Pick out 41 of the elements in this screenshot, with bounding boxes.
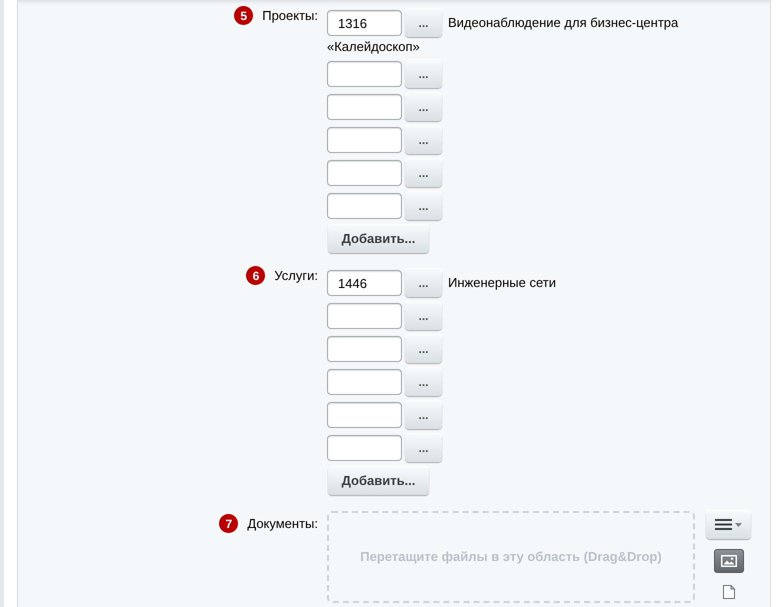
id-input[interactable]: 1446 (327, 270, 402, 296)
id-input[interactable] (327, 435, 402, 461)
id-input[interactable] (327, 336, 402, 362)
step-number-badge: 5 (234, 6, 254, 25)
caret-icon (735, 522, 742, 526)
browse-button[interactable]: ... (405, 8, 442, 37)
browse-button[interactable]: ... (405, 301, 442, 330)
item-description: «Калейдоскоп» (327, 39, 420, 55)
item-description: Видеонаблюдение для бизнес-центра (448, 14, 678, 31)
image-icon (720, 555, 736, 567)
menu-button[interactable] (706, 510, 751, 539)
browse-button[interactable]: ... (405, 400, 442, 429)
field-label: Проекты: (262, 7, 318, 24)
browse-button[interactable]: ... (405, 158, 442, 187)
menu-icon (715, 519, 732, 530)
id-input[interactable]: 1316 (327, 10, 402, 36)
id-input[interactable] (327, 160, 402, 186)
id-input[interactable] (327, 303, 402, 329)
browse-button[interactable]: ... (405, 191, 442, 220)
id-input[interactable] (327, 193, 402, 219)
browse-button[interactable]: ... (405, 367, 442, 396)
id-input[interactable] (327, 94, 402, 120)
step-number-badge: 6 (246, 266, 266, 285)
item-description: Инженерные сети (448, 274, 556, 291)
browse-button[interactable]: ... (405, 92, 442, 121)
step-number-badge: 7 (219, 514, 238, 533)
browse-button[interactable]: ... (405, 125, 442, 154)
browse-button[interactable]: ... (405, 334, 442, 363)
id-input[interactable] (327, 61, 402, 87)
browse-button[interactable]: ... (405, 433, 442, 462)
field-label: Документы: (247, 515, 318, 532)
browse-button[interactable]: ... (405, 59, 442, 88)
id-input[interactable] (327, 127, 402, 153)
id-input[interactable] (327, 402, 402, 428)
browse-button[interactable]: ... (405, 268, 442, 297)
image-button[interactable] (714, 549, 744, 573)
add-button[interactable]: Добавить... (328, 466, 429, 495)
file-icon[interactable] (722, 585, 734, 599)
id-input[interactable] (327, 369, 402, 395)
add-button[interactable]: Добавить... (328, 224, 429, 253)
field-label: Услуги: (274, 267, 318, 284)
